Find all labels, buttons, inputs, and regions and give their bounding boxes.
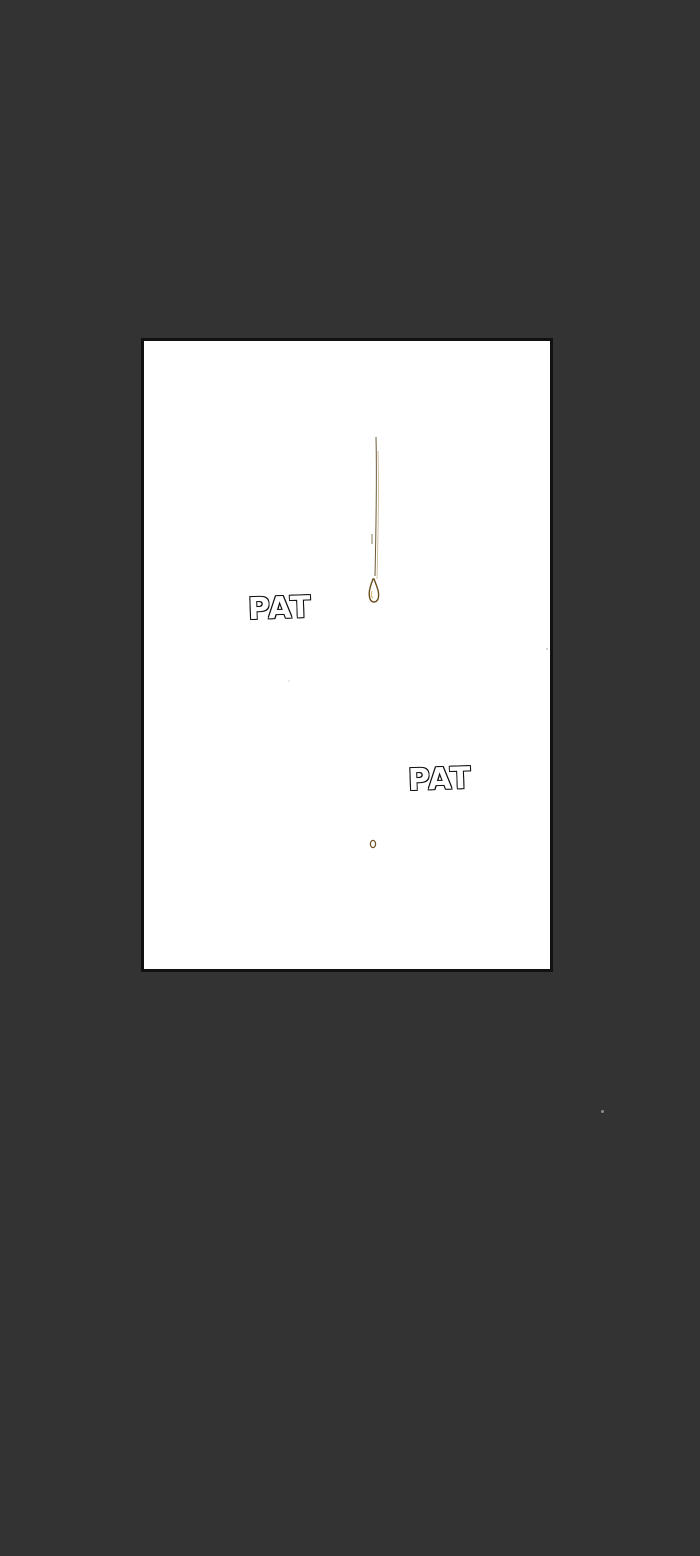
sound-effect-text: PAT bbox=[247, 589, 313, 628]
falling-drop bbox=[368, 578, 380, 603]
water-drip-illustration bbox=[288, 436, 548, 849]
drip-stream bbox=[374, 436, 377, 577]
sound-effect-text: PAT bbox=[407, 760, 473, 799]
faint-speck bbox=[288, 680, 290, 682]
drip-stream-shadow bbox=[376, 450, 379, 580]
faint-speck bbox=[546, 648, 548, 650]
background-speck bbox=[601, 1110, 604, 1113]
landed-drop bbox=[369, 839, 377, 849]
comic-panel: PAT PAT bbox=[141, 338, 553, 972]
